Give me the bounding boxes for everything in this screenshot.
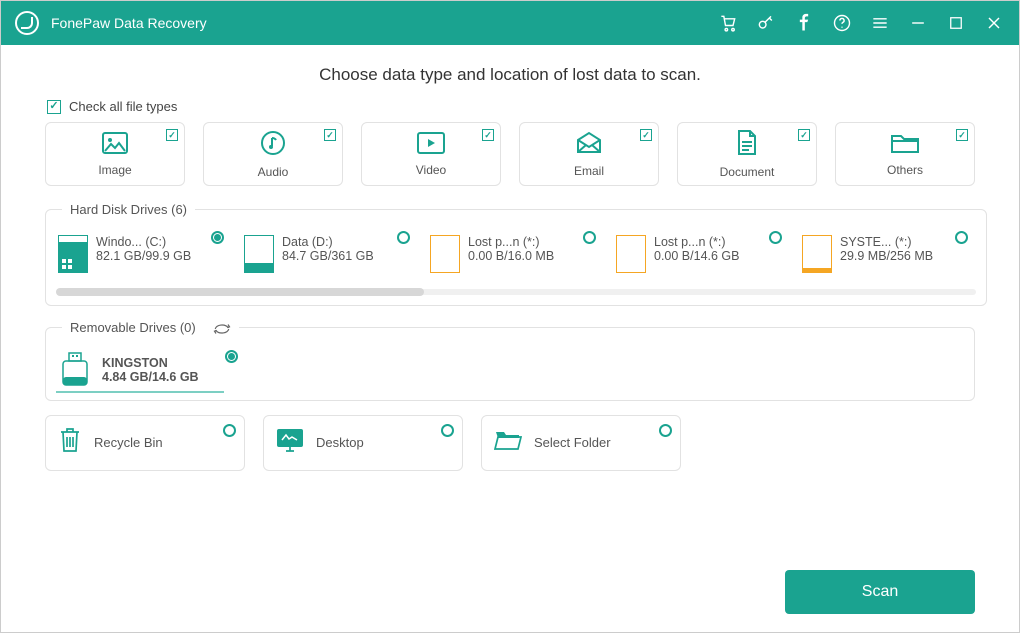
drive-name: Lost p...n (*:) — [468, 235, 554, 249]
help-icon[interactable] — [831, 12, 853, 34]
hdd-drive[interactable]: Data (D:)84.7 GB/361 GB — [242, 231, 418, 275]
app-logo-icon — [15, 11, 39, 35]
type-label: Others — [887, 163, 923, 177]
close-icon[interactable] — [983, 12, 1005, 34]
locations-row: Recycle Bin Desktop Select Folder — [45, 415, 975, 471]
location-radio[interactable] — [659, 424, 672, 437]
minimize-icon[interactable] — [907, 12, 929, 34]
type-label: Audio — [258, 165, 289, 179]
file-types-row: Image Audio Video Email Document — [45, 122, 975, 186]
type-card-video[interactable]: Video — [361, 122, 501, 186]
disk-icon — [244, 235, 274, 273]
email-icon — [576, 131, 602, 160]
key-icon[interactable] — [755, 12, 777, 34]
trash-icon — [58, 426, 82, 459]
hdd-row: Windo... (C:)82.1 GB/99.9 GBData (D:)84.… — [56, 231, 976, 275]
drive-stats: 0.00 B/14.6 GB — [654, 249, 739, 263]
usb-icon — [58, 352, 92, 388]
app-title: FonePaw Data Recovery — [51, 15, 207, 31]
desktop-icon — [276, 428, 304, 457]
app-window: FonePaw Data Recovery — [0, 0, 1020, 633]
type-checkbox[interactable] — [482, 129, 494, 141]
drive-stats: 84.7 GB/361 GB — [282, 249, 374, 263]
removable-section: Removable Drives (0) KINGSTON 4.84 GB/14… — [45, 320, 975, 401]
video-icon — [417, 132, 445, 159]
hdd-scrollbar[interactable] — [56, 289, 976, 295]
disk-icon — [430, 235, 460, 273]
check-all-checkbox[interactable] — [47, 100, 61, 114]
drive-name: Windo... (C:) — [96, 235, 191, 249]
location-label: Select Folder — [534, 435, 611, 450]
drive-stats: 0.00 B/16.0 MB — [468, 249, 554, 263]
type-checkbox[interactable] — [640, 129, 652, 141]
location-desktop[interactable]: Desktop — [263, 415, 463, 471]
type-checkbox[interactable] — [166, 129, 178, 141]
type-checkbox[interactable] — [324, 129, 336, 141]
disk-icon — [802, 235, 832, 273]
drive-name: SYSTE... (*:) — [840, 235, 933, 249]
location-radio[interactable] — [223, 424, 236, 437]
drive-radio[interactable] — [211, 231, 224, 244]
scan-button[interactable]: Scan — [785, 570, 975, 614]
type-label: Email — [574, 164, 604, 178]
check-all-label: Check all file types — [69, 99, 177, 114]
disk-icon — [616, 235, 646, 273]
hdd-legend: Hard Disk Drives (6) — [62, 202, 195, 217]
check-all-row[interactable]: Check all file types — [47, 99, 975, 114]
hdd-drive[interactable]: Windo... (C:)82.1 GB/99.9 GB — [56, 231, 232, 275]
document-icon — [736, 130, 758, 161]
menu-icon[interactable] — [869, 12, 891, 34]
drive-name: Data (D:) — [282, 235, 374, 249]
type-card-audio[interactable]: Audio — [203, 122, 343, 186]
maximize-icon[interactable] — [945, 12, 967, 34]
drive-radio[interactable] — [583, 231, 596, 244]
folder-icon — [891, 132, 919, 159]
drive-name: Lost p...n (*:) — [654, 235, 739, 249]
location-label: Desktop — [316, 435, 364, 450]
location-label: Recycle Bin — [94, 435, 163, 450]
page-heading: Choose data type and location of lost da… — [45, 65, 975, 85]
removable-stats: 4.84 GB/14.6 GB — [102, 370, 199, 384]
cart-icon[interactable] — [717, 12, 739, 34]
location-select-folder[interactable]: Select Folder — [481, 415, 681, 471]
type-label: Document — [720, 165, 775, 179]
type-card-email[interactable]: Email — [519, 122, 659, 186]
hdd-drive[interactable]: Lost p...n (*:)0.00 B/16.0 MB — [428, 231, 604, 275]
drive-radio[interactable] — [397, 231, 410, 244]
type-checkbox[interactable] — [798, 129, 810, 141]
type-card-document[interactable]: Document — [677, 122, 817, 186]
image-icon — [102, 132, 128, 159]
drive-stats: 29.9 MB/256 MB — [840, 249, 933, 263]
hdd-section: Hard Disk Drives (6) Windo... (C:)82.1 G… — [45, 202, 987, 306]
drive-radio[interactable] — [225, 350, 238, 363]
type-card-others[interactable]: Others — [835, 122, 975, 186]
drive-radio[interactable] — [769, 231, 782, 244]
drive-stats: 82.1 GB/99.9 GB — [96, 249, 191, 263]
audio-icon — [260, 130, 286, 161]
hdd-drive[interactable]: SYSTE... (*:)29.9 MB/256 MB — [800, 231, 976, 275]
type-label: Video — [416, 163, 446, 177]
facebook-icon[interactable] — [793, 12, 815, 34]
removable-name: KINGSTON — [102, 356, 199, 370]
hdd-drive[interactable]: Lost p...n (*:)0.00 B/14.6 GB — [614, 231, 790, 275]
folder-open-icon — [494, 429, 522, 456]
type-checkbox[interactable] — [956, 129, 968, 141]
type-card-image[interactable]: Image — [45, 122, 185, 186]
drive-radio[interactable] — [955, 231, 968, 244]
location-recycle-bin[interactable]: Recycle Bin — [45, 415, 245, 471]
refresh-icon[interactable] — [213, 322, 231, 336]
type-label: Image — [98, 163, 131, 177]
location-radio[interactable] — [441, 424, 454, 437]
titlebar: FonePaw Data Recovery — [1, 1, 1019, 45]
disk-icon — [58, 235, 88, 273]
removable-legend: Removable Drives (0) — [62, 320, 239, 336]
removable-drive[interactable]: KINGSTON 4.84 GB/14.6 GB — [56, 350, 246, 390]
